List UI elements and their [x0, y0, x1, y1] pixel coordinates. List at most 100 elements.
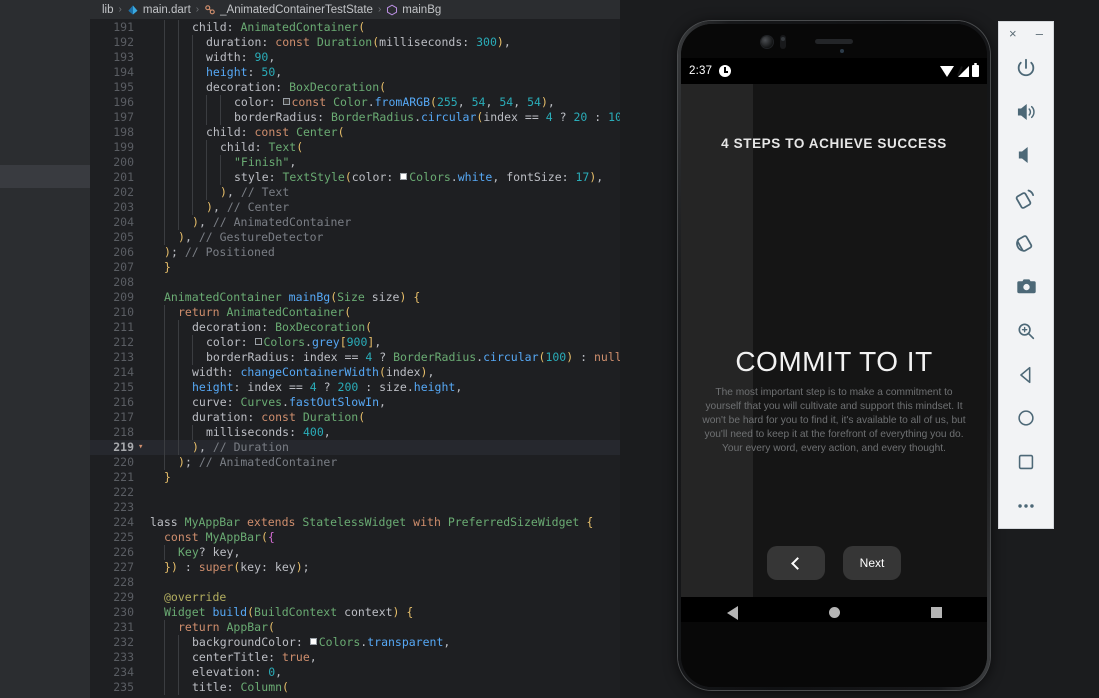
code-text: @override: [164, 590, 227, 604]
alarm-clock-icon: [719, 65, 732, 77]
proximity-sensor-icon: [780, 35, 786, 49]
indent-guide: [164, 65, 165, 80]
ide-left-panel-selected-row[interactable]: [0, 165, 90, 188]
more-icon[interactable]: [998, 484, 1054, 528]
breadcrumb-item-1[interactable]: lib: [102, 4, 114, 16]
indent-guide: [178, 395, 179, 410]
close-icon[interactable]: ×: [1009, 27, 1017, 40]
indent-guide: [178, 20, 179, 35]
screen-root: lib › main.dart › _AnimatedContainerTestStat…: [0, 0, 1099, 698]
breadcrumb-item-2[interactable]: main.dart: [143, 4, 191, 16]
line-number: 217: [113, 410, 134, 424]
indent-guide: [178, 110, 179, 125]
code-text: Widget build(BuildContext context) {: [164, 605, 414, 619]
indent-guide: [164, 125, 165, 140]
status-bar-right-icons: [940, 63, 979, 77]
volume-up-icon[interactable]: [998, 90, 1054, 134]
indent-guide: [192, 65, 193, 80]
code-text: child: Text(: [220, 140, 304, 154]
code-text: }) : super(key: key);: [164, 560, 310, 574]
code-text: child: AnimatedContainer(: [192, 20, 366, 34]
android-back-icon[interactable]: [726, 605, 738, 620]
code-text: style: TextStyle(color: Colors.white, fo…: [234, 170, 604, 184]
overview-icon[interactable]: [998, 440, 1054, 484]
indent-guide: [164, 20, 165, 35]
flutter-app-body[interactable]: 4 STEPS TO ACHIEVE SUCCESS COMMIT TO IT …: [681, 84, 987, 628]
code-text: ), // Text: [220, 185, 290, 199]
indent-guide: [178, 95, 179, 110]
indent-guide: [164, 440, 165, 455]
indent-guide: [164, 395, 165, 410]
code-text: child: const Center(: [206, 125, 345, 139]
indent-guide: [220, 110, 221, 125]
android-overview-icon[interactable]: [930, 607, 942, 618]
indent-guide: [164, 185, 165, 200]
power-icon[interactable]: [998, 46, 1054, 90]
zoom-in-icon[interactable]: [998, 309, 1054, 353]
line-number: 232: [113, 635, 134, 649]
line-number: 220: [113, 455, 134, 469]
volume-down-icon[interactable]: [998, 134, 1054, 178]
line-number: 222: [113, 485, 134, 499]
line-number: 209: [113, 290, 134, 304]
indent-guide: [192, 170, 193, 185]
indent-guide: [192, 185, 193, 200]
indent-guide: [178, 335, 179, 350]
line-number: 231: [113, 620, 134, 634]
rotate-left-icon[interactable]: [998, 177, 1054, 221]
indent-guide: [206, 170, 207, 185]
breadcrumb-item-3[interactable]: _AnimatedContainerTestState: [220, 4, 373, 16]
code-text: decoration: BoxDecoration(: [206, 80, 387, 94]
chevron-left-icon: [791, 556, 804, 570]
line-number: 235: [113, 680, 134, 694]
back-icon[interactable]: [998, 353, 1054, 397]
minimize-icon[interactable]: –: [1036, 27, 1043, 40]
status-bar-clock: 2:37: [689, 65, 713, 77]
android-emulator-window[interactable]: 2:37 4 STEPS TO ACHIEVE SUCCESS COMMIT T…: [620, 0, 1099, 698]
line-number: 210: [113, 305, 134, 319]
next-step-button[interactable]: Next: [843, 546, 901, 580]
breadcrumb-item-4[interactable]: mainBg: [402, 4, 441, 16]
code-text: }: [164, 470, 171, 484]
code-text: decoration: BoxDecoration(: [192, 320, 373, 334]
code-text: backgroundColor: Colors.transparent,: [192, 635, 451, 649]
indent-guide: [178, 410, 179, 425]
code-text: width: 90,: [206, 50, 276, 64]
line-number: 201: [113, 170, 134, 184]
breadcrumb-separator: ›: [118, 4, 122, 15]
indent-guide: [164, 155, 165, 170]
app-screen[interactable]: 2:37 4 STEPS TO ACHIEVE SUCCESS COMMIT T…: [681, 58, 987, 628]
color-swatch: [400, 173, 408, 180]
code-text: ), // Duration: [192, 440, 289, 454]
indent-guide: [206, 185, 207, 200]
indent-guide: [164, 650, 165, 665]
indent-guide: [178, 680, 179, 695]
indent-guide: [206, 140, 207, 155]
screenshot-camera-icon[interactable]: [998, 265, 1054, 309]
home-icon[interactable]: [998, 397, 1054, 441]
class-icon: [204, 4, 216, 16]
line-number: 212: [113, 335, 134, 349]
line-number: 213: [113, 350, 134, 364]
indent-guide: [206, 110, 207, 125]
rotate-right-icon[interactable]: [998, 221, 1054, 265]
code-text: return AppBar(: [178, 620, 275, 634]
indent-guide: [178, 365, 179, 380]
battery-icon: [972, 63, 979, 77]
indent-guide: [178, 320, 179, 335]
android-home-icon[interactable]: [828, 607, 840, 618]
indent-guide: [178, 350, 179, 365]
line-number: 219: [113, 440, 134, 454]
indent-guide: [192, 110, 193, 125]
code-text: milliseconds: 400,: [206, 425, 331, 439]
line-number: 199: [113, 140, 134, 154]
indent-guide: [192, 125, 193, 140]
emulator-toolbar[interactable]: × –: [998, 21, 1054, 529]
indent-guide: [178, 380, 179, 395]
line-number: 206: [113, 245, 134, 259]
previous-step-button[interactable]: [767, 546, 825, 580]
indent-guide: [178, 665, 179, 680]
line-number: 207: [113, 260, 134, 274]
code-fold-marker[interactable]: ▾: [138, 440, 150, 455]
line-number: 205: [113, 230, 134, 244]
